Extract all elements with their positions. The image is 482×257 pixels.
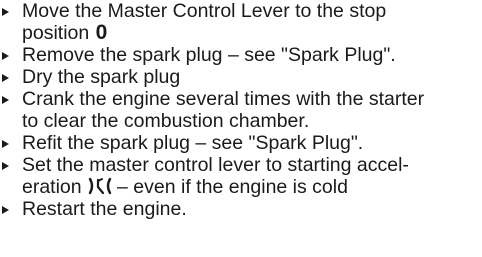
bullet-arrow-icon [2, 140, 9, 148]
step-text-fragment: – even if the engine is cold [117, 175, 348, 198]
bullet-arrow-icon [2, 162, 9, 170]
step-text-fragment: eration [22, 175, 82, 198]
step-text-line-1: Move the Master Control Lever to the sto… [22, 0, 387, 22]
step-text-fragment: position [22, 21, 90, 44]
instruction-list: Move the Master Control Lever to the sto… [0, 0, 482, 257]
bullet-arrow-icon [2, 52, 9, 60]
step-text-line-1: Restart the engine. [22, 198, 187, 220]
step-text-line-1: Dry the spark plug [22, 66, 181, 88]
stop-position-symbol: 0 [95, 20, 108, 44]
step-text-line-1: Refit the spark plug – see "Spark Plug". [22, 132, 364, 154]
step-text-line-1: Remove the spark plug – see "Spark Plug"… [22, 44, 396, 66]
bullet-arrow-icon [2, 96, 9, 104]
starting-acceleration-symbol-icon [88, 177, 112, 200]
step-text-line-1: Crank the engine several times with the … [22, 88, 425, 110]
bullet-arrow-icon [2, 206, 9, 214]
step-text-line-2: eration – even if the engine is cold [22, 176, 348, 200]
step-text-line-1: Set the master control lever to starting… [22, 154, 409, 176]
step-text-line-2: position 0 [22, 20, 108, 44]
step-text-line-2: to clear the combustion chamber. [22, 109, 310, 132]
bullet-arrow-icon [2, 8, 9, 16]
bullet-arrow-icon [2, 74, 9, 82]
